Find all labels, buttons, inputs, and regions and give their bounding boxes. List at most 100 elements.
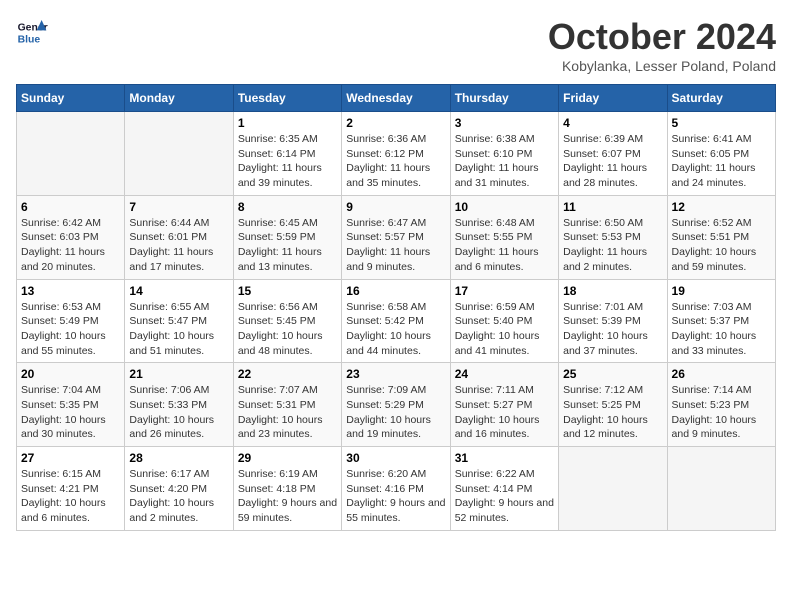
day-header-monday: Monday (125, 85, 233, 112)
day-number: 16 (346, 284, 445, 298)
calendar-cell: 12 Sunrise: 6:52 AM Sunset: 5:51 PM Dayli… (667, 195, 775, 279)
calendar-cell: 14 Sunrise: 6:55 AM Sunset: 5:47 PM Dayli… (125, 279, 233, 363)
day-number: 1 (238, 116, 337, 130)
day-number: 18 (563, 284, 662, 298)
calendar-cell: 13 Sunrise: 6:53 AM Sunset: 5:49 PM Dayli… (17, 279, 125, 363)
calendar-cell: 9Sunrise: 6:47 AM Sunset: 5:57 PM Daylig… (342, 195, 450, 279)
day-number: 8 (238, 200, 337, 214)
day-info: Sunrise: 7:11 AM Sunset: 5:27 PM Dayligh… (455, 383, 554, 442)
calendar-week-1: 1 Sunrise: 6:35 AM Sunset: 6:14 PM Daylig… (17, 112, 776, 196)
svg-text:Blue: Blue (18, 34, 41, 45)
calendar-cell: 31 Sunrise: 6:22 AM Sunset: 4:14 PM Dayli… (450, 447, 558, 531)
logo-icon: General Blue (16, 16, 48, 48)
day-number: 5 (672, 116, 771, 130)
calendar-cell: 4Sunrise: 6:39 AM Sunset: 6:07 PM Daylig… (559, 112, 667, 196)
day-header-saturday: Saturday (667, 85, 775, 112)
day-info: Sunrise: 6:35 AM Sunset: 6:14 PM Dayligh… (238, 132, 337, 191)
day-info: Sunrise: 6:22 AM Sunset: 4:14 PM Dayligh… (455, 467, 554, 526)
day-number: 23 (346, 367, 445, 381)
calendar-cell: 3Sunrise: 6:38 AM Sunset: 6:10 PM Daylig… (450, 112, 558, 196)
calendar-table: SundayMondayTuesdayWednesdayThursdayFrid… (16, 84, 776, 531)
day-info: Sunrise: 7:04 AM Sunset: 5:35 PM Dayligh… (21, 383, 120, 442)
calendar-cell: 6 Sunrise: 6:42 AM Sunset: 6:03 PM Daylig… (17, 195, 125, 279)
calendar-cell: 28 Sunrise: 6:17 AM Sunset: 4:20 PM Dayli… (125, 447, 233, 531)
day-info: Sunrise: 7:06 AM Sunset: 5:33 PM Dayligh… (129, 383, 228, 442)
calendar-cell: 18 Sunrise: 7:01 AM Sunset: 5:39 PM Dayli… (559, 279, 667, 363)
day-info: Sunrise: 7:03 AM Sunset: 5:37 PM Dayligh… (672, 300, 771, 359)
location-subtitle: Kobylanka, Lesser Poland, Poland (548, 58, 776, 74)
day-number: 31 (455, 451, 554, 465)
calendar-week-5: 27 Sunrise: 6:15 AM Sunset: 4:21 PM Dayli… (17, 447, 776, 531)
day-number: 3 (455, 116, 554, 130)
day-header-tuesday: Tuesday (233, 85, 341, 112)
day-info: Sunrise: 6:17 AM Sunset: 4:20 PM Dayligh… (129, 467, 228, 526)
calendar-week-2: 6 Sunrise: 6:42 AM Sunset: 6:03 PM Daylig… (17, 195, 776, 279)
calendar-cell: 15 Sunrise: 6:56 AM Sunset: 5:45 PM Dayli… (233, 279, 341, 363)
day-info: Sunrise: 6:53 AM Sunset: 5:49 PM Dayligh… (21, 300, 120, 359)
calendar-cell: 7 Sunrise: 6:44 AM Sunset: 6:01 PM Daylig… (125, 195, 233, 279)
day-number: 25 (563, 367, 662, 381)
calendar-cell (559, 447, 667, 531)
day-info: Sunrise: 6:52 AM Sunset: 5:51 PM Dayligh… (672, 216, 771, 275)
month-title: October 2024 (548, 16, 776, 58)
title-block: October 2024 Kobylanka, Lesser Poland, P… (548, 16, 776, 74)
day-info: Sunrise: 7:14 AM Sunset: 5:23 PM Dayligh… (672, 383, 771, 442)
day-info: Sunrise: 7:09 AM Sunset: 5:29 PM Dayligh… (346, 383, 445, 442)
day-number: 12 (672, 200, 771, 214)
calendar-cell: 29 Sunrise: 6:19 AM Sunset: 4:18 PM Dayli… (233, 447, 341, 531)
calendar-cell: 17Sunrise: 6:59 AM Sunset: 5:40 PM Dayli… (450, 279, 558, 363)
day-info: Sunrise: 6:56 AM Sunset: 5:45 PM Dayligh… (238, 300, 337, 359)
day-number: 13 (21, 284, 120, 298)
day-number: 26 (672, 367, 771, 381)
calendar-cell (125, 112, 233, 196)
day-info: Sunrise: 6:44 AM Sunset: 6:01 PM Dayligh… (129, 216, 228, 275)
day-info: Sunrise: 6:36 AM Sunset: 6:12 PM Dayligh… (346, 132, 445, 191)
day-header-wednesday: Wednesday (342, 85, 450, 112)
calendar-cell: 16 Sunrise: 6:58 AM Sunset: 5:42 PM Dayli… (342, 279, 450, 363)
day-info: Sunrise: 6:58 AM Sunset: 5:42 PM Dayligh… (346, 300, 445, 359)
page-header: General Blue October 2024 Kobylanka, Les… (16, 16, 776, 74)
day-info: Sunrise: 7:01 AM Sunset: 5:39 PM Dayligh… (563, 300, 662, 359)
day-info: Sunrise: 6:42 AM Sunset: 6:03 PM Dayligh… (21, 216, 120, 275)
calendar-cell: 26 Sunrise: 7:14 AM Sunset: 5:23 PM Dayli… (667, 363, 775, 447)
calendar-cell: 8 Sunrise: 6:45 AM Sunset: 5:59 PM Daylig… (233, 195, 341, 279)
day-header-thursday: Thursday (450, 85, 558, 112)
day-number: 17 (455, 284, 554, 298)
day-number: 22 (238, 367, 337, 381)
day-number: 14 (129, 284, 228, 298)
calendar-cell: 25 Sunrise: 7:12 AM Sunset: 5:25 PM Dayli… (559, 363, 667, 447)
day-number: 27 (21, 451, 120, 465)
calendar-cell: 1 Sunrise: 6:35 AM Sunset: 6:14 PM Daylig… (233, 112, 341, 196)
day-number: 28 (129, 451, 228, 465)
calendar-cell: 27 Sunrise: 6:15 AM Sunset: 4:21 PM Dayli… (17, 447, 125, 531)
day-info: Sunrise: 6:55 AM Sunset: 5:47 PM Dayligh… (129, 300, 228, 359)
day-number: 6 (21, 200, 120, 214)
calendar-cell: 21 Sunrise: 7:06 AM Sunset: 5:33 PM Dayli… (125, 363, 233, 447)
calendar-cell (667, 447, 775, 531)
day-number: 7 (129, 200, 228, 214)
day-number: 15 (238, 284, 337, 298)
day-number: 21 (129, 367, 228, 381)
day-info: Sunrise: 6:20 AM Sunset: 4:16 PM Dayligh… (346, 467, 445, 526)
day-info: Sunrise: 6:15 AM Sunset: 4:21 PM Dayligh… (21, 467, 120, 526)
calendar-cell: 30Sunrise: 6:20 AM Sunset: 4:16 PM Dayli… (342, 447, 450, 531)
calendar-cell: 10Sunrise: 6:48 AM Sunset: 5:55 PM Dayli… (450, 195, 558, 279)
day-number: 19 (672, 284, 771, 298)
day-info: Sunrise: 6:47 AM Sunset: 5:57 PM Dayligh… (346, 216, 445, 275)
day-number: 20 (21, 367, 120, 381)
day-header-friday: Friday (559, 85, 667, 112)
day-info: Sunrise: 6:41 AM Sunset: 6:05 PM Dayligh… (672, 132, 771, 191)
calendar-week-4: 20 Sunrise: 7:04 AM Sunset: 5:35 PM Dayli… (17, 363, 776, 447)
day-info: Sunrise: 7:12 AM Sunset: 5:25 PM Dayligh… (563, 383, 662, 442)
calendar-cell: 24Sunrise: 7:11 AM Sunset: 5:27 PM Dayli… (450, 363, 558, 447)
calendar-cell: 11Sunrise: 6:50 AM Sunset: 5:53 PM Dayli… (559, 195, 667, 279)
day-number: 11 (563, 200, 662, 214)
day-header-sunday: Sunday (17, 85, 125, 112)
day-number: 29 (238, 451, 337, 465)
calendar-cell: 2Sunrise: 6:36 AM Sunset: 6:12 PM Daylig… (342, 112, 450, 196)
calendar-header-row: SundayMondayTuesdayWednesdayThursdayFrid… (17, 85, 776, 112)
day-info: Sunrise: 6:48 AM Sunset: 5:55 PM Dayligh… (455, 216, 554, 275)
logo: General Blue (16, 16, 48, 48)
day-info: Sunrise: 6:45 AM Sunset: 5:59 PM Dayligh… (238, 216, 337, 275)
day-info: Sunrise: 6:19 AM Sunset: 4:18 PM Dayligh… (238, 467, 337, 526)
